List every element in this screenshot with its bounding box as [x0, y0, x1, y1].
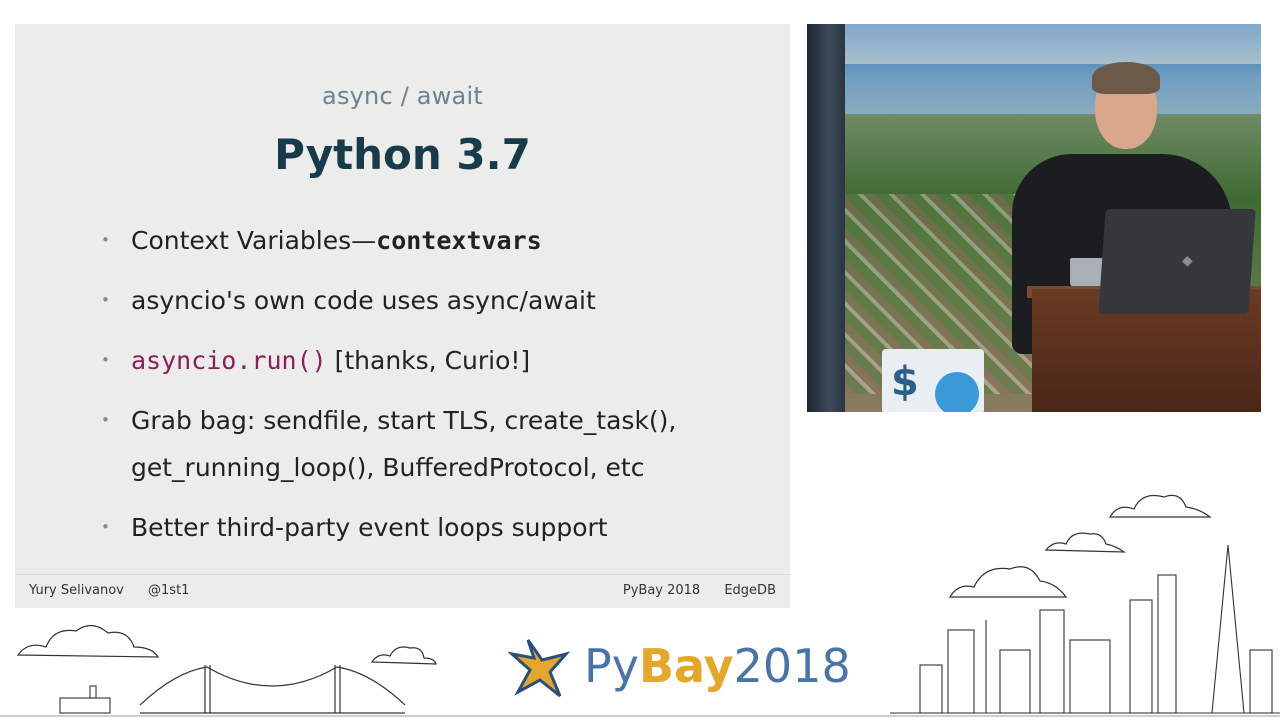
skyline-decoration: [0, 494, 1280, 717]
wordmark-year: 2018: [733, 639, 851, 693]
pybay-wordmark: PyBay2018: [584, 638, 851, 694]
cloud: [370, 646, 437, 665]
golden-gate-bridge: [139, 665, 406, 714]
pybay-logo: PyBay2018: [508, 632, 851, 702]
cloud: [16, 624, 160, 658]
cloud: [948, 566, 1068, 598]
wordmark-bay: Bay: [638, 639, 734, 693]
alcatraz: [59, 685, 111, 714]
city-skyline: [890, 544, 1280, 714]
cloud: [1108, 494, 1212, 518]
wordmark-py: Py: [584, 639, 639, 693]
pybay-star-icon: [508, 639, 571, 698]
cloud: [1044, 532, 1126, 553]
